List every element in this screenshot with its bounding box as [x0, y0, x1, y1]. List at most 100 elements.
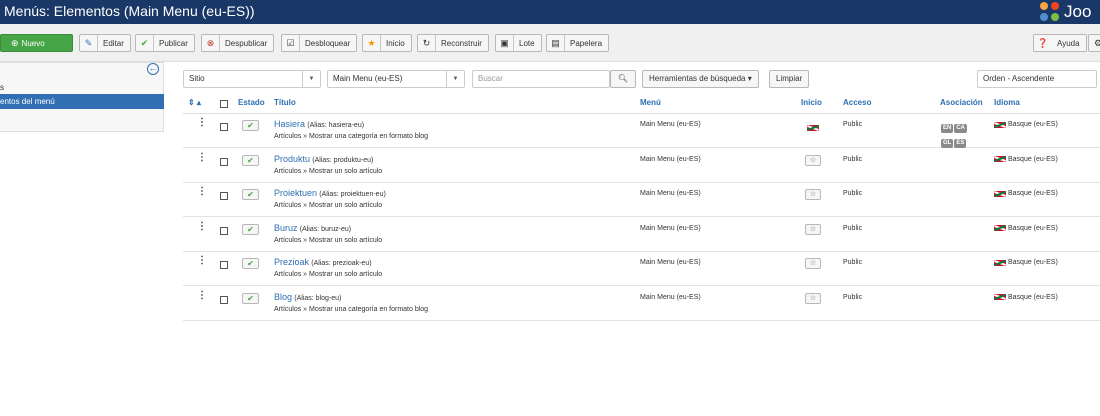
- set-home-star-icon[interactable]: ☆: [805, 223, 821, 235]
- home-button[interactable]: ★ Inicio: [362, 34, 412, 52]
- item-title-link[interactable]: Hasiera: [274, 119, 305, 129]
- row-checkbox[interactable]: [220, 295, 228, 304]
- item-title: Hasiera (Alias: hasiera-eu): [274, 119, 364, 129]
- association-badge[interactable]: EN: [941, 124, 954, 133]
- association-badge[interactable]: CA: [954, 124, 968, 133]
- item-title-link[interactable]: Blog: [274, 292, 292, 302]
- clear-button[interactable]: Limpiar: [769, 70, 810, 88]
- check-in-button[interactable]: ☑ Desbloquear: [281, 34, 358, 52]
- menu-select[interactable]: Main Menu (eu-ES) ▼: [327, 70, 465, 88]
- association-column-header[interactable]: Asociación: [940, 98, 983, 107]
- table-row: ⋮ ✔ Buruz (Alias: buruz-eu) Artículos » Mos…: [183, 218, 1100, 252]
- row-checkbox[interactable]: [220, 192, 228, 200]
- basque-flag-icon: [994, 190, 1006, 197]
- item-type: Artículos » Mostrar un solo artículo: [274, 202, 383, 209]
- search-button[interactable]: 🔍︎: [610, 70, 636, 88]
- set-home-star-icon[interactable]: ☆: [805, 258, 821, 269]
- site-select[interactable]: Sitio ▼: [183, 70, 321, 88]
- item-type: Artículos » Mostrar una categoría en for…: [274, 133, 429, 140]
- search-icon: 🔍︎: [617, 74, 629, 83]
- item-type: Artículos » Mostrar un solo artículo: [274, 271, 383, 278]
- collapse-sidebar-icon[interactable]: ←: [147, 63, 159, 75]
- refresh-icon: ↻: [418, 35, 436, 51]
- item-menu: Main Menu (eu-ES): [640, 259, 701, 266]
- joomla-logo[interactable]: Joo: [1040, 0, 1091, 24]
- published-check-icon[interactable]: ✔: [242, 189, 259, 200]
- unpublish-button[interactable]: ⊗ Despublicar: [201, 34, 275, 52]
- item-menu: Main Menu (eu-ES): [640, 121, 701, 128]
- set-home-star-icon[interactable]: ☆: [805, 189, 821, 200]
- status-column-header[interactable]: Estado: [238, 98, 265, 107]
- home-column-header[interactable]: Inicio: [801, 98, 822, 107]
- sidebar-item-menus[interactable]: s: [0, 80, 164, 95]
- item-title-link[interactable]: Produktu: [274, 154, 310, 164]
- row-checkbox[interactable]: [220, 226, 228, 235]
- sidebar-item-menu-items[interactable]: entos del menú: [0, 94, 164, 109]
- table-header: ⇕ ▴ Estado Título Menú Inicio Acceso Aso…: [183, 96, 1100, 114]
- language-column-header[interactable]: Idioma: [994, 98, 1020, 107]
- set-home-star-icon[interactable]: ☆: [805, 154, 821, 166]
- item-title-link[interactable]: Proiektuen: [274, 188, 317, 198]
- item-language: Basque (eu-ES): [994, 156, 1058, 163]
- drag-handle-icon[interactable]: ⋮: [197, 221, 207, 231]
- item-menu: Main Menu (eu-ES): [640, 224, 701, 232]
- item-alias: (Alias: buruz-eu): [299, 225, 352, 233]
- row-checkbox[interactable]: [220, 123, 228, 131]
- batch-icon: ▣: [496, 35, 514, 51]
- home-flag-icon: [807, 125, 819, 131]
- association-badge[interactable]: ES: [954, 139, 967, 148]
- item-access: Public: [843, 155, 863, 163]
- item-alias: (Alias: hasiera-eu): [307, 122, 365, 129]
- item-menu: Main Menu (eu-ES): [640, 190, 701, 197]
- item-title-link[interactable]: Buruz: [274, 223, 298, 233]
- drag-handle-icon[interactable]: ⋮: [197, 187, 207, 197]
- item-alias: (Alias: produktu-eu): [312, 156, 374, 164]
- edit-icon: ✎: [80, 35, 98, 51]
- row-checkbox[interactable]: [220, 261, 228, 269]
- batch-button[interactable]: ▣ Lote: [495, 34, 542, 52]
- published-check-icon[interactable]: ✔: [242, 120, 259, 131]
- published-check-icon[interactable]: ✔: [242, 154, 259, 166]
- association-badge[interactable]: GL: [941, 139, 954, 148]
- trash-button[interactable]: ▤ Papelera: [546, 34, 610, 52]
- drag-handle-icon[interactable]: ⋮: [197, 290, 207, 300]
- unpublish-icon: ⊗: [202, 35, 220, 51]
- publish-button[interactable]: ✔ Publicar: [135, 34, 195, 52]
- search-tools-button[interactable]: Herramientas de búsqueda ▾: [642, 70, 759, 88]
- drag-handle-icon[interactable]: ⋮: [197, 118, 207, 128]
- item-language: Basque (eu-ES): [994, 259, 1058, 266]
- item-language: Basque (eu-ES): [994, 294, 1058, 301]
- admin-header: Menús: Elementos (Main Menu (eu-ES)) Joo: [0, 0, 1100, 24]
- item-title-link[interactable]: Prezioak: [274, 257, 309, 267]
- item-title: Blog (Alias: blog-eu): [274, 292, 341, 302]
- published-check-icon[interactable]: ✔: [242, 292, 259, 304]
- item-title: Prezioak (Alias: prezioak-eu): [274, 257, 372, 267]
- ordering-select[interactable]: Orden - Ascendente: [977, 70, 1097, 88]
- item-title: Produktu (Alias: produktu-eu): [274, 154, 373, 164]
- gear-icon: ⚙: [1093, 37, 1100, 48]
- access-column-header[interactable]: Acceso: [843, 98, 871, 107]
- drag-handle-icon[interactable]: ⋮: [197, 152, 207, 162]
- item-language: Basque (eu-ES): [994, 190, 1058, 197]
- item-type: Artículos » Mostrar una categoría en for…: [274, 305, 429, 313]
- logo-text: Joo: [1064, 2, 1092, 21]
- item-title: Proiektuen (Alias: proiektuen-eu): [274, 188, 386, 198]
- published-check-icon[interactable]: ✔: [242, 258, 259, 269]
- title-column-header[interactable]: Título: [274, 98, 296, 107]
- new-button[interactable]: ⊕ Nuevo: [0, 34, 73, 52]
- drag-handle-icon[interactable]: ⋮: [197, 256, 207, 266]
- edit-button[interactable]: ✎ Editar: [79, 34, 131, 52]
- sort-ordering-header[interactable]: ⇕ ▴: [188, 98, 201, 107]
- help-button[interactable]: ❓ Ayuda: [1033, 34, 1087, 52]
- select-all-checkbox[interactable]: [220, 100, 228, 108]
- item-language: Basque (eu-ES): [994, 225, 1058, 232]
- basque-flag-icon: [994, 121, 1006, 128]
- published-check-icon[interactable]: ✔: [242, 223, 259, 235]
- table-row: ⋮ ✔ Hasiera (Alias: hasiera-eu) Artículos »…: [183, 114, 1100, 148]
- rebuild-button[interactable]: ↻ Reconstruir: [417, 34, 489, 52]
- search-input[interactable]: Buscar: [472, 70, 610, 88]
- menu-column-header[interactable]: Menú: [640, 98, 661, 107]
- row-checkbox[interactable]: [220, 157, 228, 166]
- options-button[interactable]: ⚙: [1088, 34, 1100, 52]
- set-home-star-icon[interactable]: ☆: [805, 292, 821, 304]
